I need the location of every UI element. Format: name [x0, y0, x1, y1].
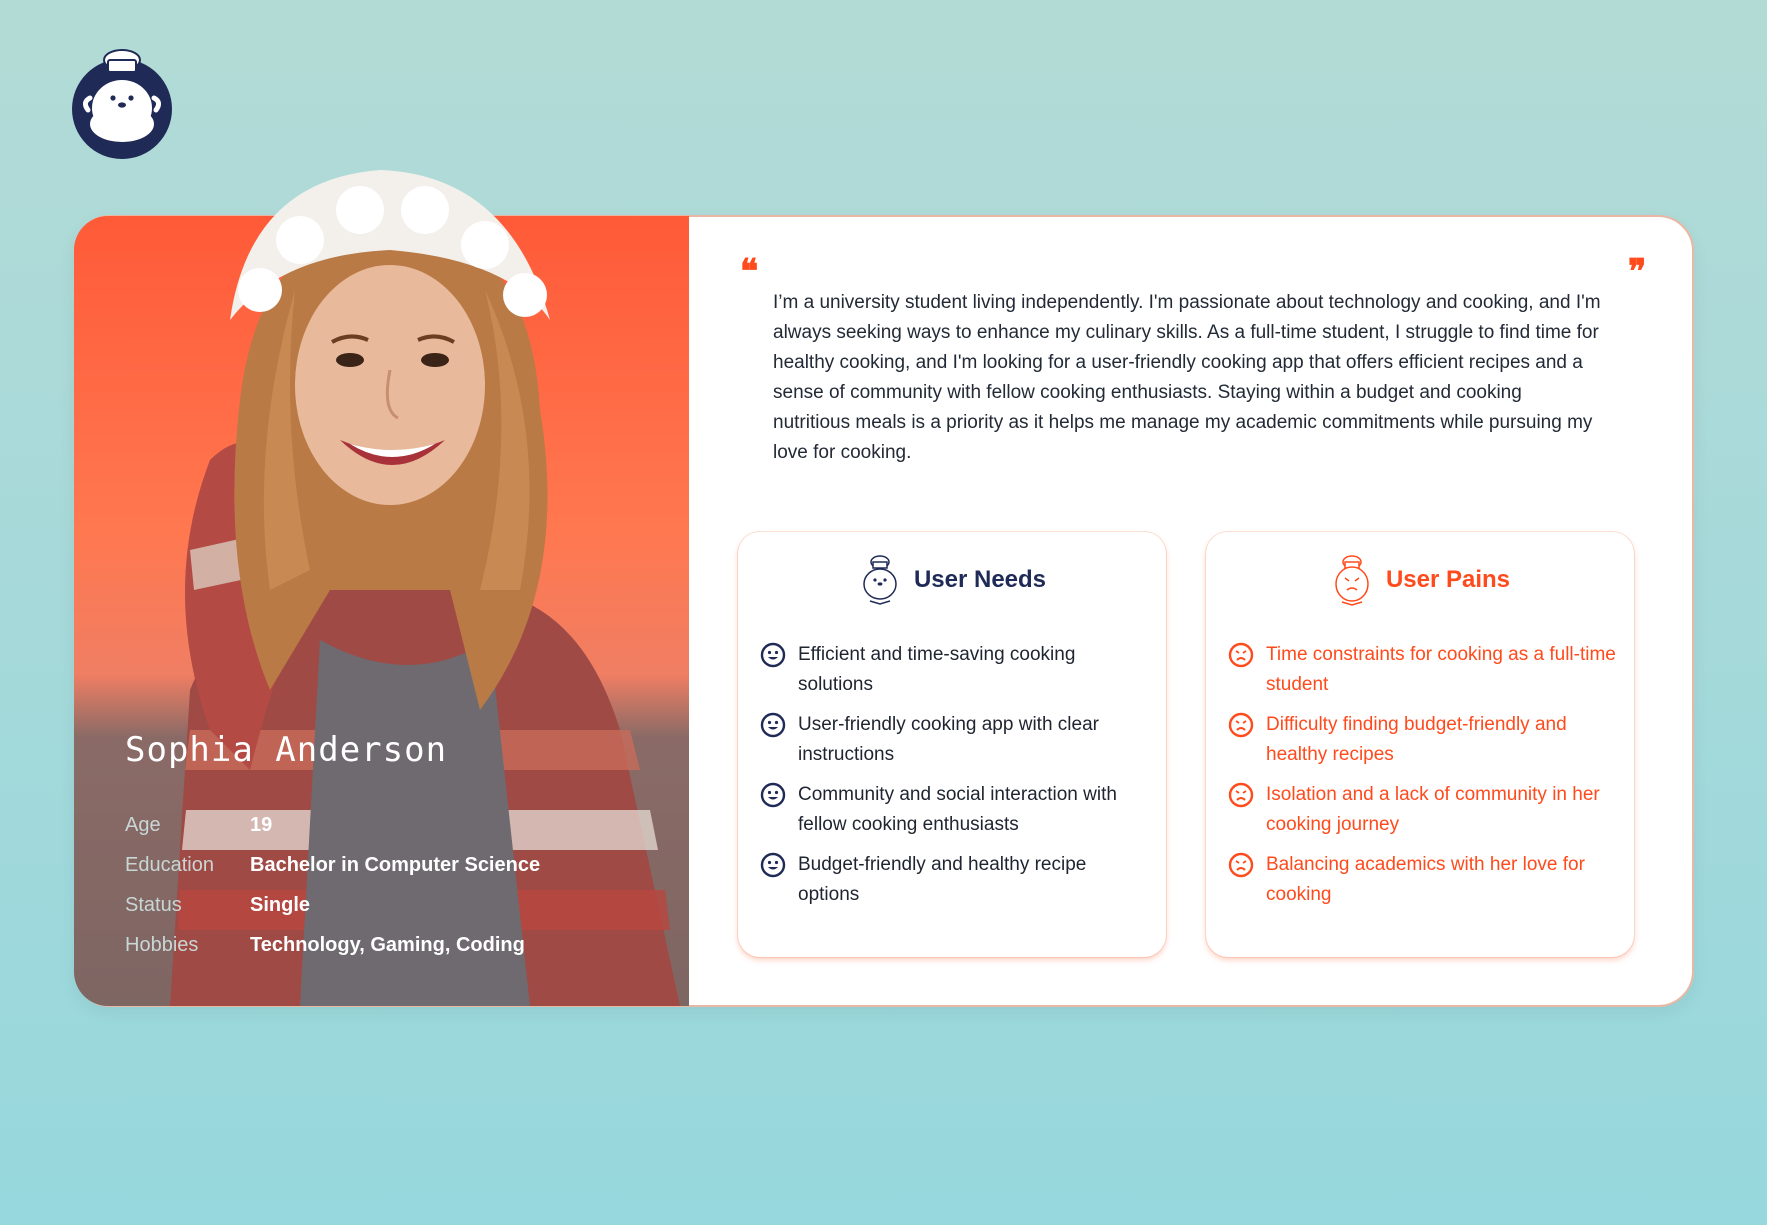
sad-face-icon [1228, 852, 1254, 878]
detail-value: Technology, Gaming, Coding [250, 933, 525, 956]
list-item: Balancing academics with her love for co… [1228, 850, 1620, 910]
smile-icon [760, 712, 786, 738]
user-needs-list: Efficient and time-saving cooking soluti… [760, 640, 1152, 920]
detail-value: 19 [250, 813, 273, 836]
detail-value: Bachelor in Computer Science [250, 853, 541, 876]
need-text: User-friendly cooking app with clear ins… [798, 714, 1099, 765]
smile-icon [760, 782, 786, 808]
sad-face-icon [1228, 642, 1254, 668]
need-text: Efficient and time-saving cooking soluti… [798, 644, 1076, 695]
user-pains-list: Time constraints for cooking as a full-t… [1228, 640, 1620, 920]
list-item: Isolation and a lack of community in her… [1228, 780, 1620, 840]
detail-row-status: Status Single [125, 885, 540, 925]
sad-face-icon [1228, 782, 1254, 808]
list-item: Budget-friendly and healthy recipe optio… [760, 850, 1152, 910]
detail-label: Education [125, 853, 214, 876]
user-needs-panel: User Needs Efficient and time-saving coo… [738, 532, 1166, 957]
user-pains-header: User Pains [1206, 554, 1634, 606]
pain-text: Balancing academics with her love for co… [1266, 854, 1585, 905]
user-pains-panel: User Pains Time constraints for cooking … [1206, 532, 1634, 957]
need-text: Community and social interaction with fe… [798, 784, 1117, 835]
sad-face-icon [1228, 712, 1254, 738]
smile-icon [760, 852, 786, 878]
detail-value: Single [250, 893, 311, 916]
chef-mascot-icon [863, 555, 897, 605]
persona-details: Age 19 Education Bachelor in Computer Sc… [125, 805, 540, 965]
list-item: Efficient and time-saving cooking soluti… [760, 640, 1152, 700]
persona-name: Sophia Anderson [125, 730, 448, 770]
list-item: Community and social interaction with fe… [760, 780, 1152, 840]
pain-text: Isolation and a lack of community in her… [1266, 784, 1600, 835]
user-pains-title: User Pains [1385, 566, 1511, 593]
list-item: Difficulty finding budget-friendly and h… [1228, 710, 1620, 770]
list-item: Time constraints for cooking as a full-t… [1228, 640, 1620, 700]
quote-open-icon: ❝ [740, 252, 759, 292]
detail-row-age: Age 19 [125, 805, 540, 845]
detail-label: Status [125, 893, 182, 916]
user-needs-title: User Needs [913, 566, 1047, 593]
sad-chef-mascot-icon [1335, 555, 1369, 606]
pain-text: Time constraints for cooking as a full-t… [1266, 644, 1616, 695]
smile-icon [760, 642, 786, 668]
detail-row-hobbies: Hobbies Technology, Gaming, Coding [125, 925, 540, 965]
quote-close-icon: ❞ [1628, 252, 1647, 292]
detail-label: Hobbies [125, 933, 199, 956]
user-needs-header: User Needs [738, 554, 1166, 606]
detail-label: Age [125, 813, 161, 836]
brand-logo [72, 46, 172, 161]
detail-row-education: Education Bachelor in Computer Science [125, 845, 540, 885]
persona-bio: I’m a university student living independ… [773, 292, 1601, 463]
list-item: User-friendly cooking app with clear ins… [760, 710, 1152, 770]
pain-text: Difficulty finding budget-friendly and h… [1266, 714, 1567, 765]
need-text: Budget-friendly and healthy recipe optio… [798, 854, 1087, 905]
